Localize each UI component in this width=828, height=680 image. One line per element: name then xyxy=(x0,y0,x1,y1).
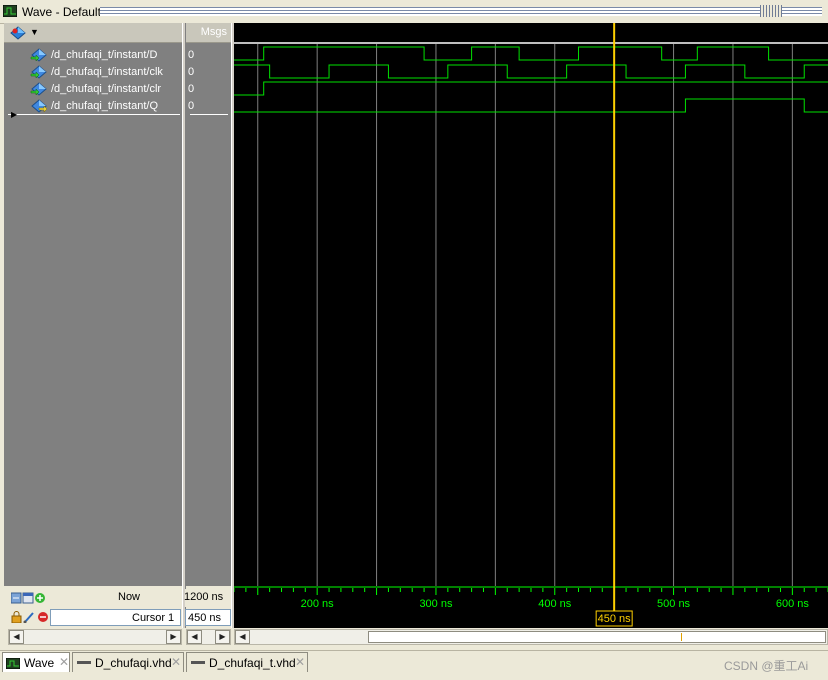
signal-name-header: ▼ xyxy=(4,23,182,43)
scroll-right-icon[interactable]: ▶ xyxy=(215,630,230,644)
title-bar-dock-grip[interactable] xyxy=(760,5,782,17)
waveform-canvas[interactable] xyxy=(234,23,828,586)
tab-label: Wave xyxy=(24,656,55,670)
close-icon[interactable]: ✕ xyxy=(59,655,69,669)
title-bar-grip-lines xyxy=(100,7,822,16)
signal-value: 0 xyxy=(188,49,195,61)
edit-cursor-icon[interactable] xyxy=(23,612,34,623)
msgs-header: Msgs xyxy=(186,23,231,43)
cursor-toolbar xyxy=(11,611,48,624)
signal-in-icon xyxy=(30,48,47,62)
waveform-q[interactable] xyxy=(234,98,828,113)
insertion-marker-icon: ▶ xyxy=(11,110,18,119)
tab-label: D_chufaqi_t.vhd xyxy=(209,656,296,670)
ruler-tick-label: 300 ns xyxy=(419,598,453,610)
scroll-left-icon[interactable]: ◀ xyxy=(235,630,250,644)
add-cursor-icon[interactable] xyxy=(35,593,45,603)
close-icon[interactable]: ✕ xyxy=(171,655,181,669)
signal-row-q[interactable]: /d_chufaqi_t/instant/Q xyxy=(4,98,182,115)
signal-row-d[interactable]: /d_chufaqi_t/instant/D xyxy=(4,47,182,64)
now-label: Now xyxy=(118,591,141,603)
window-title: Wave - Default xyxy=(22,5,101,19)
signal-name: /d_chufaqi_t/instant/Q xyxy=(51,100,159,112)
lock-icon[interactable] xyxy=(11,611,22,624)
cursor-value[interactable]: 450 ns xyxy=(188,612,221,624)
ruler-tick-label: 600 ns xyxy=(776,598,810,610)
signal-row-clk[interactable]: /d_chufaqi_t/instant/clk xyxy=(4,64,182,81)
waveform-clk[interactable] xyxy=(234,64,828,79)
signal-value: 0 xyxy=(188,100,195,112)
ruler-tick-label: 500 ns xyxy=(657,598,691,610)
scroll-left-icon[interactable]: ◀ xyxy=(187,630,202,644)
chevron-down-icon[interactable]: ▼ xyxy=(30,27,39,37)
scrollbar-thumb[interactable] xyxy=(368,631,826,643)
tab-wave[interactable]: Wave ✕ xyxy=(2,652,70,672)
watermark: CSDN @重工Ai xyxy=(724,659,809,673)
cursor-label[interactable]: Cursor 1 xyxy=(132,612,174,624)
close-icon[interactable]: ✕ xyxy=(295,655,305,669)
ruler-tick-label: 200 ns xyxy=(301,598,335,610)
window-title-bar[interactable]: Wave - Default xyxy=(0,0,828,24)
insertion-line xyxy=(190,114,228,115)
insertion-line xyxy=(8,114,180,115)
now-value: 1200 ns xyxy=(184,591,224,603)
msgs-pane-scrollbar[interactable]: ◀ ▶ xyxy=(186,629,231,645)
wave-window-icon xyxy=(6,658,20,669)
waveform-header xyxy=(234,23,828,44)
delete-cursor-icon[interactable] xyxy=(38,612,48,622)
signal-name: /d_chufaqi_t/instant/clr xyxy=(51,83,162,95)
cursor-toolbar xyxy=(11,592,45,604)
scroll-left-icon[interactable]: ◀ xyxy=(9,630,24,644)
signal-row-clr[interactable]: /d_chufaqi_t/instant/clr xyxy=(4,81,182,98)
wave-pane-scrollbar[interactable]: ◀ xyxy=(234,629,828,645)
waveform-clr[interactable] xyxy=(234,81,828,96)
tab-d-chufaqi-t-vhd[interactable]: D_chufaqi_t.vhd ✕ xyxy=(186,652,308,672)
ruler-tick-label: 400 ns xyxy=(538,598,572,610)
waveform-d[interactable] xyxy=(234,46,828,61)
name-pane-scrollbar[interactable]: ◀ ▶ xyxy=(8,629,182,645)
signal-name: /d_chufaqi_t/instant/D xyxy=(51,49,158,61)
signal-value: 0 xyxy=(188,83,195,95)
signal-out-icon xyxy=(31,99,47,113)
msgs-header-label: Msgs xyxy=(200,26,227,38)
tab-d-chufaqi-vhd[interactable]: D_chufaqi.vhd ✕ xyxy=(72,652,184,672)
cursor-window-icon[interactable] xyxy=(22,592,34,604)
tab-label: D_chufaqi.vhd xyxy=(95,656,172,670)
cursor-time-label: 450 ns xyxy=(598,613,632,625)
wave-window-icon xyxy=(3,5,17,17)
zoom-icon[interactable] xyxy=(11,592,22,604)
add-wave-icon[interactable] xyxy=(10,26,26,40)
cursor-marker xyxy=(681,633,682,641)
source-file-icon xyxy=(191,661,205,664)
scroll-right-icon[interactable]: ▶ xyxy=(166,630,181,644)
signal-value: 0 xyxy=(188,66,195,78)
source-file-icon xyxy=(77,661,91,664)
time-ruler-canvas[interactable]: 200 ns 300 ns 400 ns 500 ns 600 ns 450 ns xyxy=(234,586,828,628)
signal-in-icon xyxy=(30,82,47,96)
signal-name: /d_chufaqi_t/instant/clk xyxy=(51,66,163,78)
signal-in-icon xyxy=(30,65,47,79)
